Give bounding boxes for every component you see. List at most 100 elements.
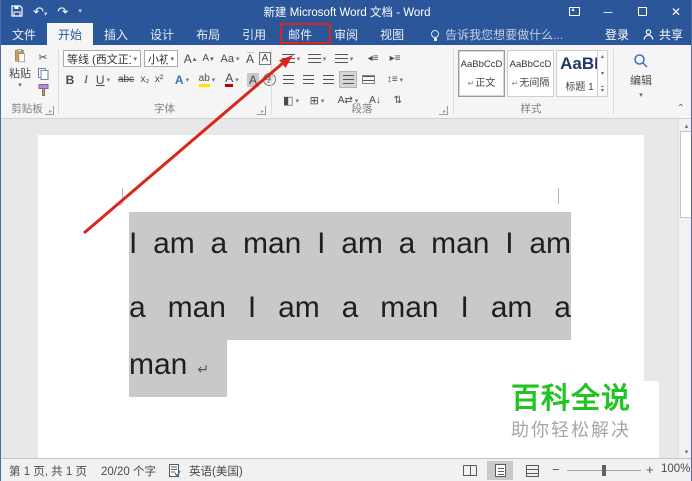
zoom-in-button[interactable]: + (646, 462, 654, 477)
grow-font-button[interactable]: A ▴ (182, 50, 198, 67)
styles-scroll-down-icon[interactable]: ▾ (601, 70, 604, 77)
underline-button[interactable]: U (93, 71, 113, 88)
multilevel-list-button[interactable] (331, 50, 357, 67)
tab-review[interactable]: 审阅 (323, 23, 369, 45)
distribute-button[interactable] (359, 71, 377, 88)
font-dialog-launcher[interactable] (257, 106, 266, 115)
justify-button[interactable] (339, 71, 357, 88)
language-indicator[interactable]: 英语(美国) (189, 463, 243, 479)
watermark-subtitle: 助你轻松解决 (511, 420, 631, 440)
margin-cropmark-left-h (115, 204, 122, 205)
sign-in-button[interactable]: 登录 (605, 26, 629, 43)
ribbon-display-options-button[interactable] (557, 0, 591, 23)
styles-gallery-more-icon[interactable]: ▾ (600, 86, 604, 94)
increase-indent-button[interactable]: ▸≡ (385, 50, 405, 67)
text-effects-button[interactable]: A (171, 71, 193, 88)
decrease-indent-button[interactable]: ◂≡ (363, 50, 383, 67)
bold-button[interactable]: B (63, 71, 77, 88)
ribbon-display-options-icon (568, 6, 580, 16)
document-text-line[interactable]: I am a man I am a man I am (129, 212, 571, 276)
font-name-combobox[interactable]: 等线 (西文正文 (63, 50, 141, 67)
style-heading1-name: 标题 1 (565, 82, 594, 93)
document-text-line[interactable]: a man I am a man I am a (129, 276, 571, 340)
zoom-percentage[interactable]: 100% (661, 463, 690, 475)
align-left-button[interactable] (279, 71, 297, 88)
numbering-button[interactable] (305, 50, 329, 67)
strikethrough-button[interactable]: abc (115, 71, 137, 88)
style-no-spacing[interactable]: AaBbCcD ↵无间隔 (507, 50, 554, 97)
format-painter-icon[interactable] (35, 81, 51, 98)
scroll-down-icon[interactable]: ▾ (679, 445, 691, 458)
maximize-icon (637, 7, 647, 16)
styles-gallery-scroll[interactable]: ▴ ▾ ▾ (597, 50, 608, 97)
tab-file[interactable]: 文件 (1, 23, 47, 45)
superscript-button[interactable]: x² (152, 71, 166, 88)
style-normal-name: 正文 (475, 77, 496, 89)
maximize-button[interactable] (625, 0, 659, 23)
collapse-ribbon-icon[interactable]: ⌃ (677, 103, 685, 114)
page-indicator[interactable]: 第 1 页, 共 1 页 (9, 463, 87, 479)
zoom-out-button[interactable]: − (552, 462, 560, 477)
web-layout-button[interactable] (519, 461, 545, 480)
zoom-slider-thumb[interactable] (602, 465, 606, 476)
paragraph-mark-icon: ↵ (197, 361, 210, 377)
tell-me-text: 告诉我您想要做什么... (445, 27, 564, 42)
tab-insert[interactable]: 插入 (93, 23, 139, 45)
styles-scroll-up-icon[interactable]: ▴ (601, 53, 604, 60)
tab-mailings[interactable]: 邮件 (277, 23, 323, 45)
tab-layout[interactable]: 布局 (185, 23, 231, 45)
tab-view[interactable]: 视图 (369, 23, 415, 45)
document-area: I am a man I am a man I am a man I am a … (1, 119, 691, 458)
zoom-slider[interactable] (567, 465, 641, 476)
read-mode-icon (463, 465, 477, 476)
window-controls: ─ ✕ (557, 0, 691, 23)
paste-button[interactable]: 粘贴 ▾ (7, 49, 33, 89)
style-normal[interactable]: AaBbCcD ↵正文 (458, 50, 505, 97)
scrollbar-thumb[interactable] (680, 131, 691, 218)
font-color-button[interactable]: A (221, 71, 243, 88)
copy-icon[interactable] (35, 65, 51, 82)
subscript-button[interactable]: x₂ (138, 71, 152, 88)
font-size-combobox[interactable]: 小初 (144, 50, 178, 67)
font-group-label: 字体 (154, 103, 175, 115)
proofing-icon[interactable] (169, 464, 181, 480)
editing-label: 编辑 (630, 75, 652, 87)
tab-design[interactable]: 设计 (139, 23, 185, 45)
align-center-button[interactable] (299, 71, 317, 88)
phonetic-guide-icon[interactable]: A (243, 45, 257, 67)
document-text-line[interactable]: man ↵ (129, 340, 227, 397)
paragraph-group-label: 段落 (351, 103, 373, 115)
tab-references[interactable]: 引用 (231, 23, 277, 45)
enclose-characters-button[interactable]: 字 (261, 71, 277, 88)
account-area: 登录 共享 (605, 23, 691, 45)
share-button[interactable]: 共享 (643, 26, 683, 43)
margin-cropmark-right (558, 188, 559, 204)
editing-button[interactable]: 编辑 ▾ (619, 50, 663, 102)
tab-home[interactable]: 开始 (47, 23, 94, 45)
text-highlight-button[interactable]: ab (195, 71, 219, 88)
web-layout-icon (525, 464, 539, 477)
paste-clipboard-icon (15, 49, 25, 63)
font-name-value: 等线 (西文正文 (67, 53, 131, 66)
tell-me-box[interactable]: 告诉我您想要做什么... (431, 23, 563, 45)
editing-caret-icon: ▾ (639, 92, 643, 99)
style-heading1[interactable]: AaBI 标题 1 (556, 50, 603, 97)
read-mode-button[interactable] (457, 461, 483, 480)
bullets-button[interactable] (279, 50, 303, 67)
italic-button[interactable]: I (79, 71, 93, 88)
close-button[interactable]: ✕ (659, 0, 691, 23)
change-case-button[interactable]: Aa (219, 50, 241, 67)
minimize-button[interactable]: ─ (591, 0, 625, 23)
character-shading-button[interactable]: A (245, 71, 261, 88)
line-spacing-button[interactable]: ↕≡ (383, 71, 407, 88)
vertical-scrollbar[interactable]: ▴ ▾ (678, 119, 691, 458)
word-count[interactable]: 20/20 个字 (101, 463, 156, 479)
lightbulb-icon (431, 30, 440, 41)
cut-icon[interactable]: ✂ (35, 49, 51, 66)
print-layout-icon (494, 464, 506, 477)
print-layout-button[interactable] (487, 461, 513, 480)
paragraph-dialog-launcher[interactable] (439, 106, 448, 115)
align-right-button[interactable] (319, 71, 337, 88)
shrink-font-button[interactable]: A ▾ (200, 50, 216, 67)
clipboard-dialog-launcher[interactable] (45, 106, 54, 115)
